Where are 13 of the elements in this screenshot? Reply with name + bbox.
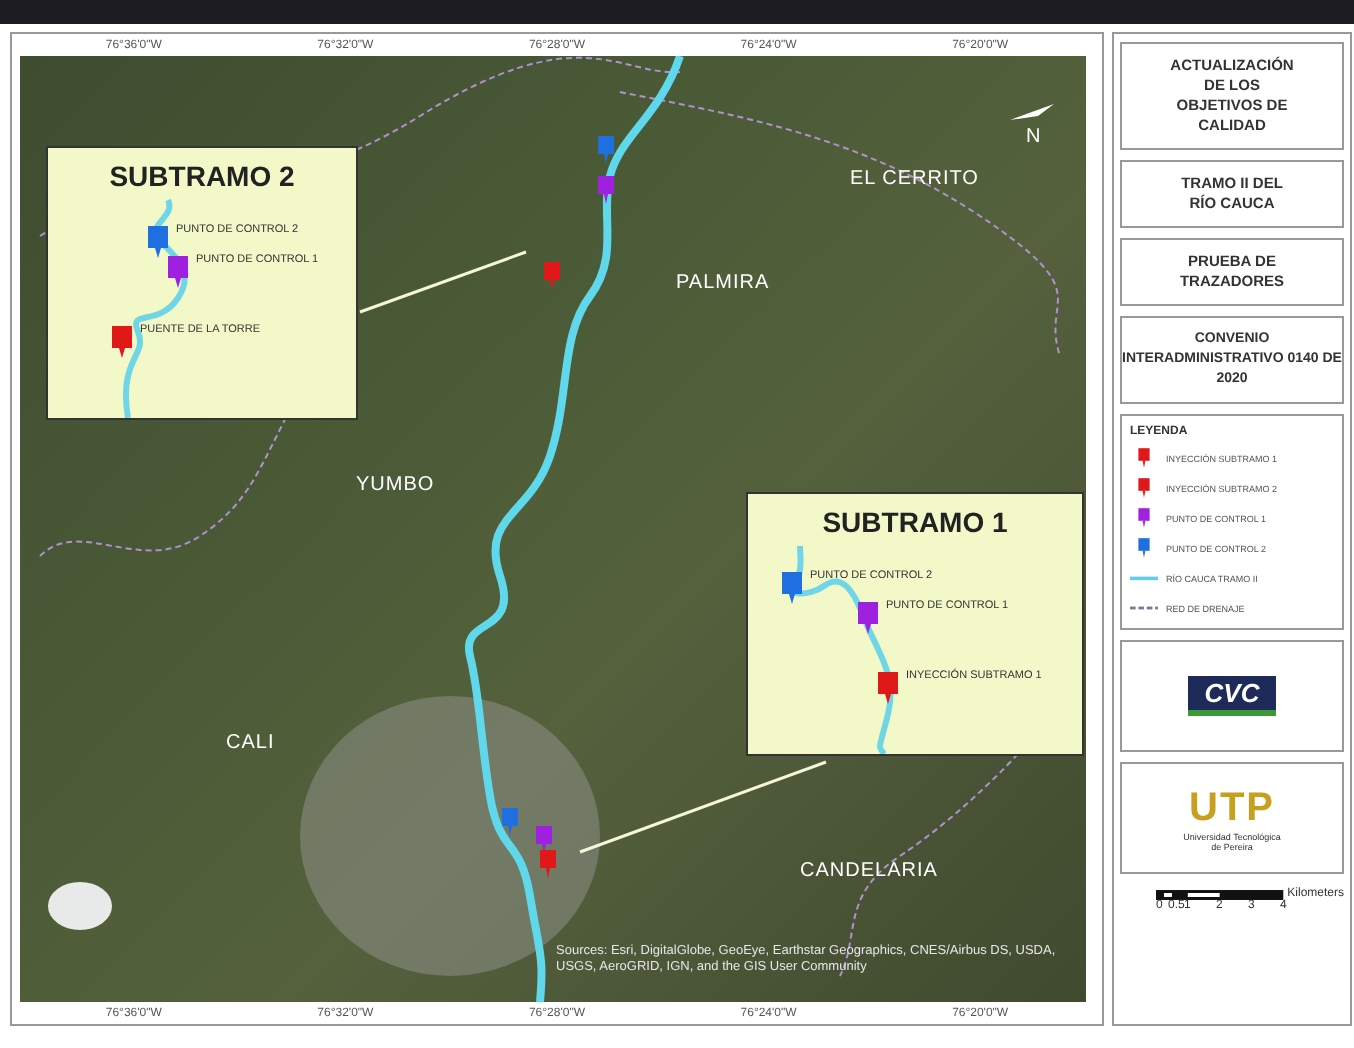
place-label: EL CERRITO (850, 168, 979, 190)
inset-title: SUBTRAMO 1 (822, 506, 1008, 538)
place-label: CANDELARIA (800, 860, 938, 882)
place-label: CALI (226, 732, 275, 754)
logo-text: UTP (1189, 785, 1275, 831)
cloud-drawing (48, 882, 112, 930)
scale-bar (1156, 889, 1284, 899)
logo-text: CVC (1188, 676, 1276, 716)
inset-title: SUBTRAMO 2 (109, 160, 295, 192)
north-label: N (1026, 126, 1041, 148)
place-label: PALMIRA (676, 272, 770, 294)
north-arrow-icon (1010, 104, 1054, 120)
place-label: YUMBO (356, 474, 435, 496)
